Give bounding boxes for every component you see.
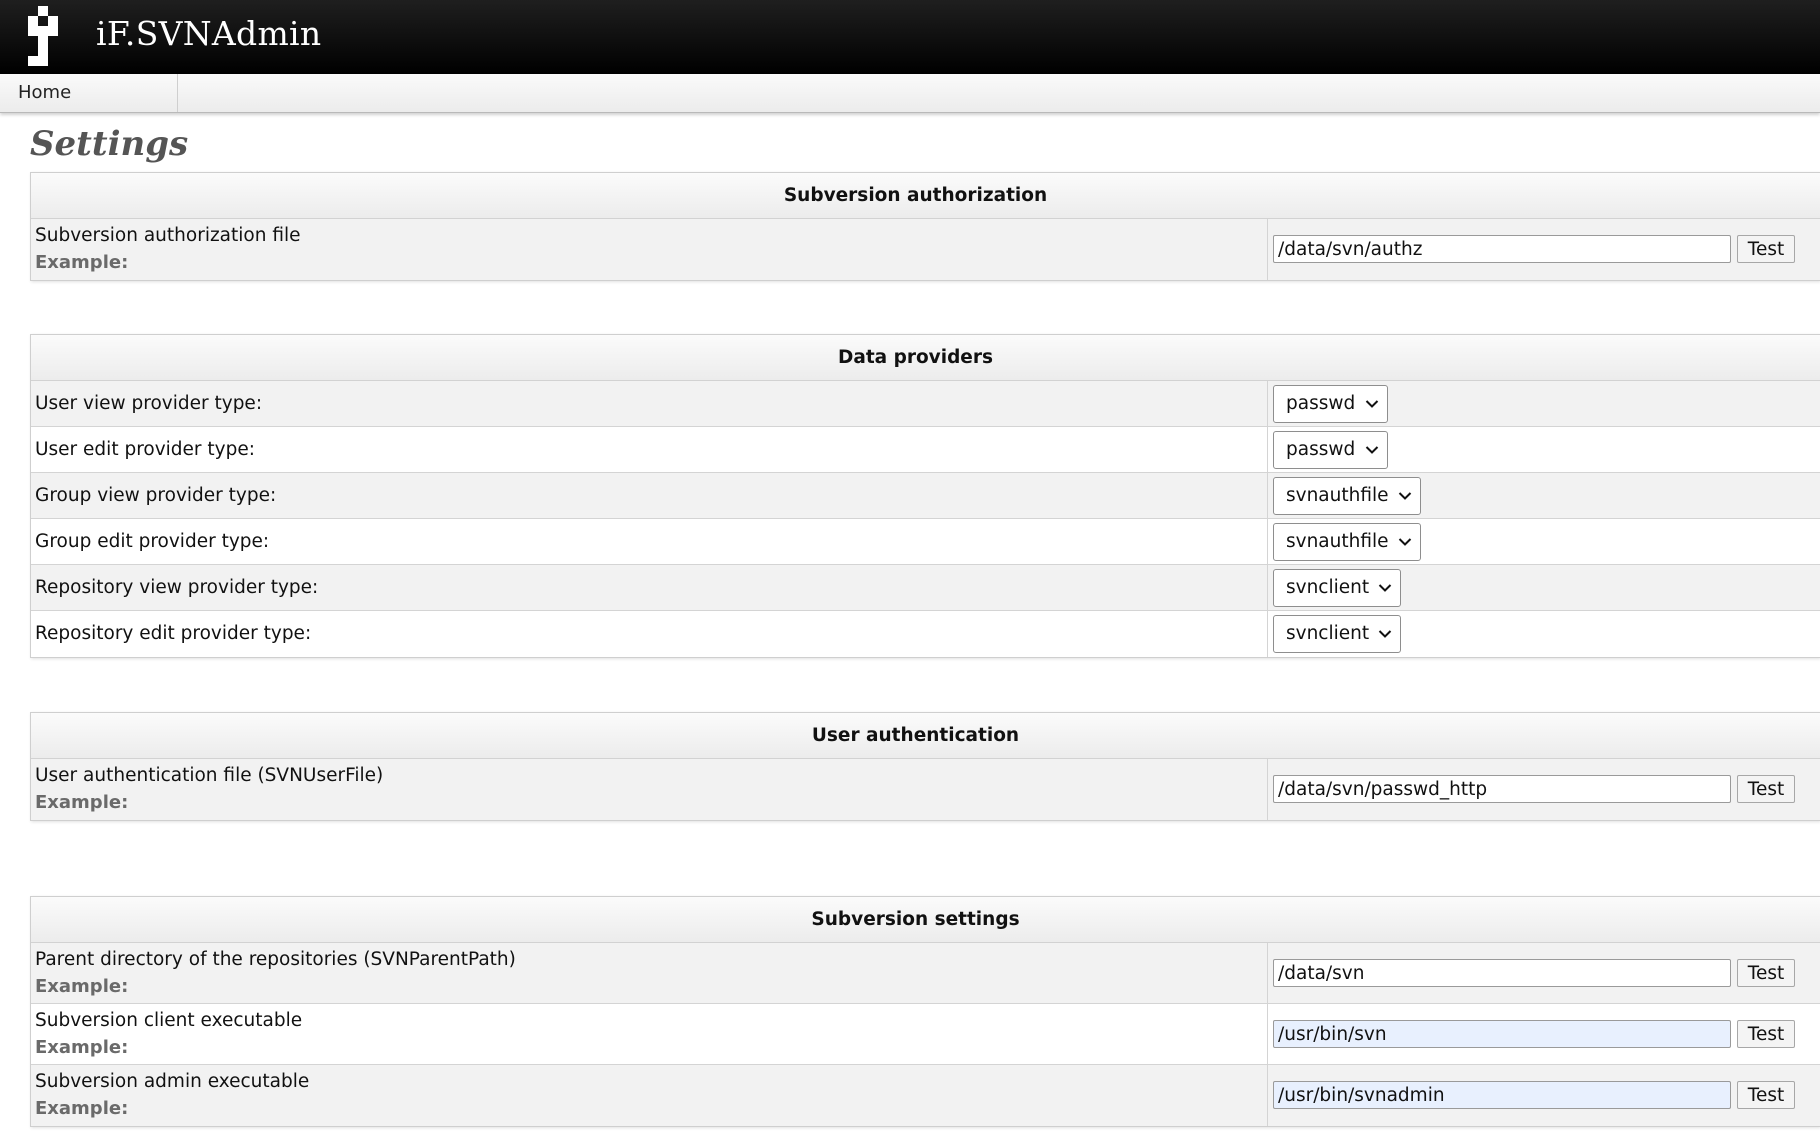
user-auth-file-input[interactable] — [1273, 775, 1731, 803]
chevron-down-icon — [1398, 538, 1412, 546]
setting-label: Repository view provider type: — [35, 577, 319, 598]
label-cell: Subversion authorization file Example: — [31, 219, 1268, 280]
svn-admin-executable-input[interactable] — [1273, 1081, 1731, 1109]
setting-row-authz-file: Subversion authorization file Example: T… — [31, 219, 1820, 280]
setting-row-user-auth-file: User authentication file (SVNUserFile) E… — [31, 759, 1820, 820]
setting-row-svn-admin-executable: Subversion admin executable Example: Tes… — [31, 1065, 1820, 1126]
repository-edit-provider-select[interactable]: svnclient — [1273, 615, 1401, 653]
setting-label: Parent directory of the repositories (SV… — [35, 949, 516, 970]
test-svn-client-executable-button[interactable]: Test — [1737, 1020, 1795, 1048]
setting-row-group-edit-provider: Group edit provider type: svnauthfile — [31, 519, 1820, 565]
setting-label: Subversion authorization file — [35, 225, 301, 246]
setting-label: User authentication file (SVNUserFile) — [35, 765, 384, 786]
svnadmin-logo-icon — [28, 6, 58, 66]
section-title: Subversion authorization — [31, 173, 1820, 219]
selected-value: svnauthfile — [1286, 485, 1389, 506]
setting-label: Subversion admin executable — [35, 1071, 310, 1092]
setting-label: User view provider type: — [35, 393, 263, 414]
selected-value: passwd — [1286, 439, 1356, 460]
chevron-down-icon — [1378, 584, 1392, 592]
label-cell: Group edit provider type: — [31, 519, 1268, 564]
page-title: Settings — [30, 124, 189, 164]
example-label: Example: — [35, 1098, 129, 1119]
example-label: Example: — [35, 1037, 129, 1058]
user-edit-provider-select[interactable]: passwd — [1273, 431, 1388, 469]
group-view-provider-select[interactable]: svnauthfile — [1273, 477, 1421, 515]
nav-bar: Home — [0, 74, 1820, 113]
label-cell: Parent directory of the repositories (SV… — [31, 943, 1268, 1003]
setting-row-svn-client-executable: Subversion client executable Example: Te… — [31, 1004, 1820, 1065]
label-cell: Subversion admin executable Example: — [31, 1065, 1268, 1126]
label-cell: User authentication file (SVNUserFile) E… — [31, 759, 1268, 820]
setting-label: Subversion client executable — [35, 1010, 303, 1031]
nav-item-home[interactable]: Home — [0, 74, 178, 112]
authz-file-input[interactable] — [1273, 235, 1731, 263]
label-cell: Repository view provider type: — [31, 565, 1268, 610]
svn-client-executable-input[interactable] — [1273, 1020, 1731, 1048]
label-cell: Group view provider type: — [31, 473, 1268, 518]
section-data-providers: Data providers User view provider type: … — [30, 334, 1820, 658]
selected-value: passwd — [1286, 393, 1356, 414]
setting-row-svn-parent-path: Parent directory of the repositories (SV… — [31, 943, 1820, 1004]
test-user-auth-file-button[interactable]: Test — [1737, 775, 1795, 803]
app-header: iF.SVNAdmin — [0, 0, 1820, 74]
setting-row-group-view-provider: Group view provider type: svnauthfile — [31, 473, 1820, 519]
setting-label: Group edit provider type: — [35, 531, 270, 552]
setting-label: Group view provider type: — [35, 485, 277, 506]
selected-value: svnauthfile — [1286, 531, 1389, 552]
test-svn-admin-executable-button[interactable]: Test — [1737, 1081, 1795, 1109]
group-edit-provider-select[interactable]: svnauthfile — [1273, 523, 1421, 561]
label-cell: Subversion client executable Example: — [31, 1004, 1268, 1064]
setting-label: Repository edit provider type: — [35, 623, 312, 644]
setting-row-user-edit-provider: User edit provider type: passwd — [31, 427, 1820, 473]
chevron-down-icon — [1365, 446, 1379, 454]
selected-value: svnclient — [1286, 623, 1370, 644]
label-cell: User edit provider type: — [31, 427, 1268, 472]
section-title: Data providers — [31, 335, 1820, 381]
setting-row-repository-view-provider: Repository view provider type: svnclient — [31, 565, 1820, 611]
section-title: User authentication — [31, 713, 1820, 759]
svn-parent-path-input[interactable] — [1273, 959, 1731, 987]
chevron-down-icon — [1398, 492, 1412, 500]
chevron-down-icon — [1365, 400, 1379, 408]
section-subversion-settings: Subversion settings Parent directory of … — [30, 896, 1820, 1127]
repository-view-provider-select[interactable]: svnclient — [1273, 569, 1401, 607]
example-label: Example: — [35, 976, 129, 997]
section-user-authentication: User authentication User authentication … — [30, 712, 1820, 821]
example-label: Example: — [35, 792, 129, 813]
example-label: Example: — [35, 252, 129, 273]
app-title: iF.SVNAdmin — [96, 14, 322, 53]
section-subversion-authorization: Subversion authorization Subversion auth… — [30, 172, 1820, 281]
test-authz-file-button[interactable]: Test — [1737, 235, 1795, 263]
setting-row-user-view-provider: User view provider type: passwd — [31, 381, 1820, 427]
selected-value: svnclient — [1286, 577, 1370, 598]
test-svn-parent-path-button[interactable]: Test — [1737, 959, 1795, 987]
setting-row-repository-edit-provider: Repository edit provider type: svnclient — [31, 611, 1820, 657]
label-cell: Repository edit provider type: — [31, 611, 1268, 657]
setting-label: User edit provider type: — [35, 439, 255, 460]
section-title: Subversion settings — [31, 897, 1820, 943]
chevron-down-icon — [1378, 630, 1392, 638]
user-view-provider-select[interactable]: passwd — [1273, 385, 1388, 423]
label-cell: User view provider type: — [31, 381, 1268, 426]
